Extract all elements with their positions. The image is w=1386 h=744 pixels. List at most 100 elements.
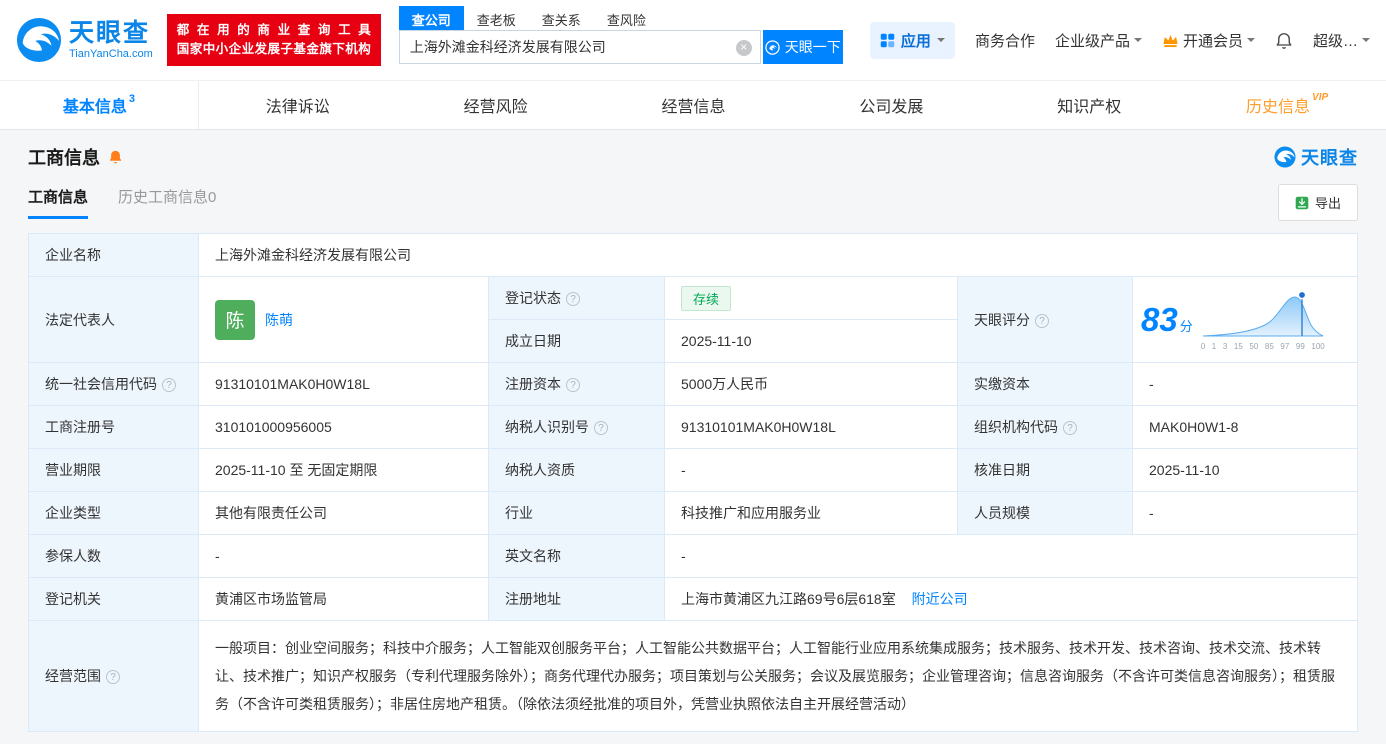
tab-operation-risk[interactable]: 经营风险: [397, 81, 595, 129]
search-tab-company[interactable]: 查公司: [398, 6, 464, 30]
tab-label: 公司发展: [859, 99, 924, 116]
taxpayer-quality-value-cell: -: [664, 448, 958, 492]
reg-address-label-cell: 注册地址: [488, 577, 665, 621]
help-icon[interactable]: ?: [1035, 313, 1049, 328]
staff-size-label-cell: 人员规模: [957, 491, 1133, 535]
taxpayer-quality-label-cell: 纳税人资质: [488, 448, 665, 492]
subscribe-bell-icon[interactable]: [108, 149, 123, 165]
reg-address-value-cell: 上海市黄浦区九江路69号6层618室 附近公司: [664, 577, 1358, 621]
paid-capital-label-cell: 实缴资本: [957, 362, 1133, 406]
tab-basic-info[interactable]: 基本信息 3: [0, 81, 199, 129]
reg-capital-label-cell: 注册资本?: [488, 362, 665, 406]
tab-operation-info[interactable]: 经营信息: [595, 81, 793, 129]
industry-label-cell: 行业: [488, 491, 665, 535]
credit-code-label-cell: 统一社会信用代码?: [28, 362, 199, 406]
table-row: 经营范围? 一般项目：创业空间服务；科技中介服务；人工智能双创服务平台；人工智能…: [28, 620, 1358, 732]
nav-cooperation[interactable]: 商务合作: [975, 30, 1035, 51]
search-tab-relation[interactable]: 查关系: [529, 6, 594, 30]
search-input-wrap: ×: [398, 30, 761, 64]
notification-bell-icon[interactable]: [1275, 31, 1293, 50]
apps-menu[interactable]: 应用: [869, 21, 955, 59]
clear-search-icon[interactable]: ×: [735, 40, 752, 56]
company-name-value-cell: 上海外滩金科经济发展有限公司: [198, 233, 1358, 277]
export-button[interactable]: 导出: [1277, 184, 1358, 221]
legal-rep-avatar[interactable]: 陈: [215, 299, 255, 340]
search-block: 查公司 查老板 查关系 查风险 × 天眼一下: [398, 0, 843, 64]
establish-date-value-cell: 2025-11-10: [664, 319, 958, 363]
table-row: 法定代表人 陈 陈萌 登记状态? 存续 天眼评分 ? 83 分 0 1 3 15…: [28, 276, 1358, 363]
help-icon[interactable]: ?: [566, 292, 580, 306]
promo-line-1: 都在用的商业查询工具: [176, 23, 371, 37]
logo-title: 天眼查: [69, 19, 151, 48]
tianyancha-watermark-icon: [1274, 146, 1296, 168]
tab-label: 经营信息: [661, 99, 726, 116]
reg-status-label-cell: 登记状态?: [488, 276, 665, 320]
business-term-label-cell: 营业期限: [28, 448, 199, 492]
status-badge: 存续: [681, 285, 732, 311]
company-type-value-cell: 其他有限责任公司: [198, 491, 489, 535]
super-vip-label: 超级…: [1312, 32, 1358, 50]
table-row: 工商注册号 310101000956005 纳税人识别号? 91310101MA…: [28, 405, 1358, 449]
legal-rep-label-cell: 法定代表人: [28, 276, 199, 363]
legal-rep-link[interactable]: 陈萌: [265, 310, 293, 330]
nav-open-membership[interactable]: 开通会员: [1162, 30, 1255, 51]
reg-number-value-cell: 310101000956005: [198, 405, 489, 449]
help-icon[interactable]: ?: [106, 670, 120, 684]
top-header: 天眼查 TianYanCha.com 都在用的商业查询工具 国家中小企业发展子基…: [0, 0, 1386, 80]
score-value-cell: 83 分 0 1 3 15 50 85 97 99 100: [1132, 276, 1358, 363]
company-type-label-cell: 企业类型: [28, 491, 199, 535]
english-name-label-cell: 英文名称: [488, 534, 665, 578]
content-area: 工商信息 天眼查 工商信息 历史工商信息0 导出 企业名称 上海外滩金科经济发展…: [0, 130, 1386, 744]
tab-history-info[interactable]: 历史信息 VIP: [1188, 81, 1386, 129]
tianyancha-logo-icon: [16, 17, 62, 63]
industry-value-cell: 科技推广和应用服务业: [664, 491, 958, 535]
chevron-down-icon: [936, 38, 945, 46]
table-row: 企业名称 上海外滩金科经济发展有限公司: [28, 233, 1358, 277]
table-row: 企业类型 其他有限责任公司 行业 科技推广和应用服务业 人员规模 -: [28, 491, 1358, 535]
taxpayer-id-value-cell: 91310101MAK0H0W18L: [664, 405, 958, 449]
search-button-logo-icon: [765, 39, 780, 55]
nearby-companies-link[interactable]: 附近公司: [912, 591, 968, 607]
tab-intellectual-property[interactable]: 知识产权: [990, 81, 1188, 129]
reg-authority-label-cell: 登记机关: [28, 577, 199, 621]
search-tab-risk[interactable]: 查风险: [594, 6, 659, 30]
help-icon[interactable]: ?: [162, 378, 176, 392]
help-icon[interactable]: ?: [1063, 421, 1077, 435]
score-number: 83 分: [1141, 300, 1193, 338]
reg-capital-value-cell: 5000万人民币: [664, 362, 958, 406]
tab-company-development[interactable]: 公司发展: [792, 81, 990, 129]
establish-date-label-cell: 成立日期: [488, 319, 665, 363]
staff-size-value-cell: -: [1132, 491, 1358, 535]
company-section-tabs: 基本信息 3 法律诉讼 经营风险 经营信息 公司发展 知识产权 历史信息 VIP: [0, 80, 1386, 130]
promo-line-2: 国家中小企业发展子基金旗下机构: [176, 42, 371, 56]
help-icon[interactable]: ?: [594, 421, 608, 435]
nav-enterprise-products[interactable]: 企业级产品: [1055, 30, 1142, 51]
nav-super-vip[interactable]: 超级…: [1313, 30, 1370, 51]
org-code-label-cell: 组织机构代码?: [957, 405, 1133, 449]
tab-label: 基本信息: [62, 99, 127, 116]
watermark-label: 天眼查: [1301, 148, 1358, 168]
subtab-business-info[interactable]: 工商信息: [28, 186, 89, 219]
table-row: 参保人数 - 英文名称 -: [28, 534, 1358, 578]
membership-label: 开通会员: [1182, 32, 1243, 50]
table-row: 登记机关 黄浦区市场监管局 注册地址 上海市黄浦区九江路69号6层618室 附近…: [28, 577, 1358, 621]
help-icon[interactable]: ?: [566, 378, 580, 392]
tianyancha-logo[interactable]: 天眼查 TianYanCha.com: [16, 17, 153, 63]
search-tab-boss[interactable]: 查老板: [464, 6, 529, 30]
tab-label: 法律诉讼: [265, 99, 330, 116]
promo-badge: 都在用的商业查询工具 国家中小企业发展子基金旗下机构: [166, 14, 381, 66]
english-name-value-cell: -: [664, 534, 1358, 578]
score-axis-labels: 0 1 3 15 50 85 97 99 100: [1200, 342, 1325, 351]
tab-label: 经营风险: [463, 99, 528, 116]
subtab-history-business-info[interactable]: 历史工商信息0: [118, 186, 216, 219]
search-button[interactable]: 天眼一下: [762, 30, 843, 64]
taxpayer-id-label-cell: 纳税人识别号?: [488, 405, 665, 449]
search-input[interactable]: [399, 31, 760, 63]
tab-label: 历史信息: [1246, 99, 1311, 116]
org-code-value-cell: MAK0H0W1-8: [1132, 405, 1358, 449]
export-label: 导出: [1314, 196, 1341, 211]
chevron-down-icon: [1362, 38, 1370, 46]
apps-label: 应用: [900, 32, 931, 50]
section-header: 工商信息 天眼查: [28, 144, 1358, 170]
tab-legal-litigation[interactable]: 法律诉讼: [199, 81, 397, 129]
